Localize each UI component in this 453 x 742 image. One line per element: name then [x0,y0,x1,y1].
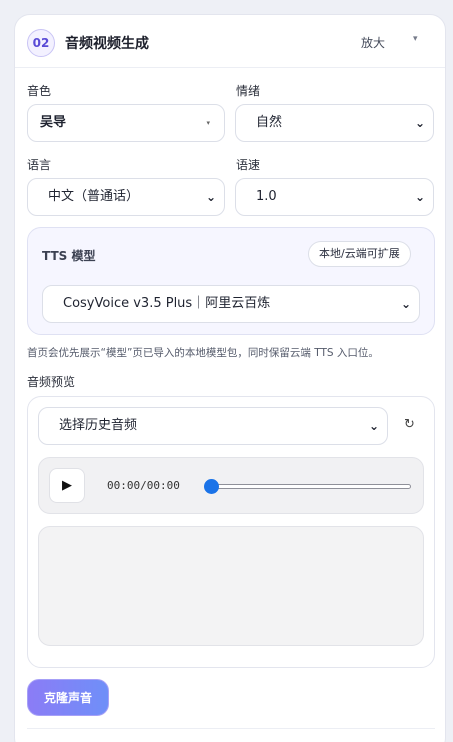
voice-select[interactable]: 吴导 ▾ [27,104,225,142]
collapse-caret-icon[interactable]: ▾ [413,34,418,44]
tts-hint-text: 首页会优先展示“模型”页已导入的本地模型包，同时保留云端 TTS 入口位。 [27,347,379,359]
audio-video-card: 02 音频视频生成 放大 ▾ 音色 吴导 ▾ 情绪 自然 ⌄ 语言 中文（普通话… [14,14,446,742]
caret-down-icon: ▾ [206,119,210,127]
audio-preview-panel: 选择历史音频 ⌄ ↻ ▶ 00:00/00:00 [27,396,435,668]
language-label: 语言 [27,158,52,172]
seek-track[interactable] [207,484,411,489]
audio-player: ▶ 00:00/00:00 [38,457,424,514]
clone-voice-button[interactable]: 克隆声音 [27,679,109,716]
tts-model-select[interactable]: CosyVoice v3.5 Plus｜阿里云百炼 ⌄ [42,285,420,323]
language-select[interactable]: 中文（普通话） ⌄ [27,178,225,216]
voice-label: 音色 [27,84,52,98]
language-value: 中文（普通话） [48,189,140,204]
audio-preview-label: 音频预览 [27,375,76,389]
chevron-down-icon: ⌄ [414,190,425,204]
card-title: 音频视频生成 [65,36,149,52]
emotion-select[interactable]: 自然 ⌄ [235,104,434,142]
emotion-value: 自然 [256,115,283,130]
tts-model-label: TTS 模型 [42,249,96,263]
chevron-down-icon: ⌄ [414,116,425,130]
history-audio-value: 选择历史音频 [59,418,138,433]
extensible-badge[interactable]: 本地/云端可扩展 [308,241,411,267]
card-header: 02 音频视频生成 放大 ▾ [15,15,445,68]
voice-value: 吴导 [40,115,67,130]
tts-model-value: CosyVoice v3.5 Plus｜阿里云百炼 [63,296,271,311]
chevron-down-icon: ⌄ [205,190,216,204]
history-audio-select[interactable]: 选择历史音频 ⌄ [38,407,388,445]
speed-label: 语速 [236,158,261,172]
chevron-down-icon: ⌄ [368,419,379,433]
divider [27,728,435,729]
playback-time: 00:00/00:00 [107,479,180,492]
play-button[interactable]: ▶ [49,468,85,503]
chevron-down-icon: ⌄ [400,297,411,311]
zoom-button[interactable]: 放大 [361,34,385,51]
speed-value: 1.0 [256,189,277,204]
refresh-icon[interactable]: ↻ [404,417,415,432]
waveform-area [38,526,424,646]
emotion-label: 情绪 [236,84,261,98]
tts-model-panel: TTS 模型 本地/云端可扩展 CosyVoice v3.5 Plus｜阿里云百… [27,227,435,335]
seek-thumb[interactable] [204,479,219,494]
step-number-badge: 02 [27,29,55,57]
speed-select[interactable]: 1.0 ⌄ [235,178,434,216]
